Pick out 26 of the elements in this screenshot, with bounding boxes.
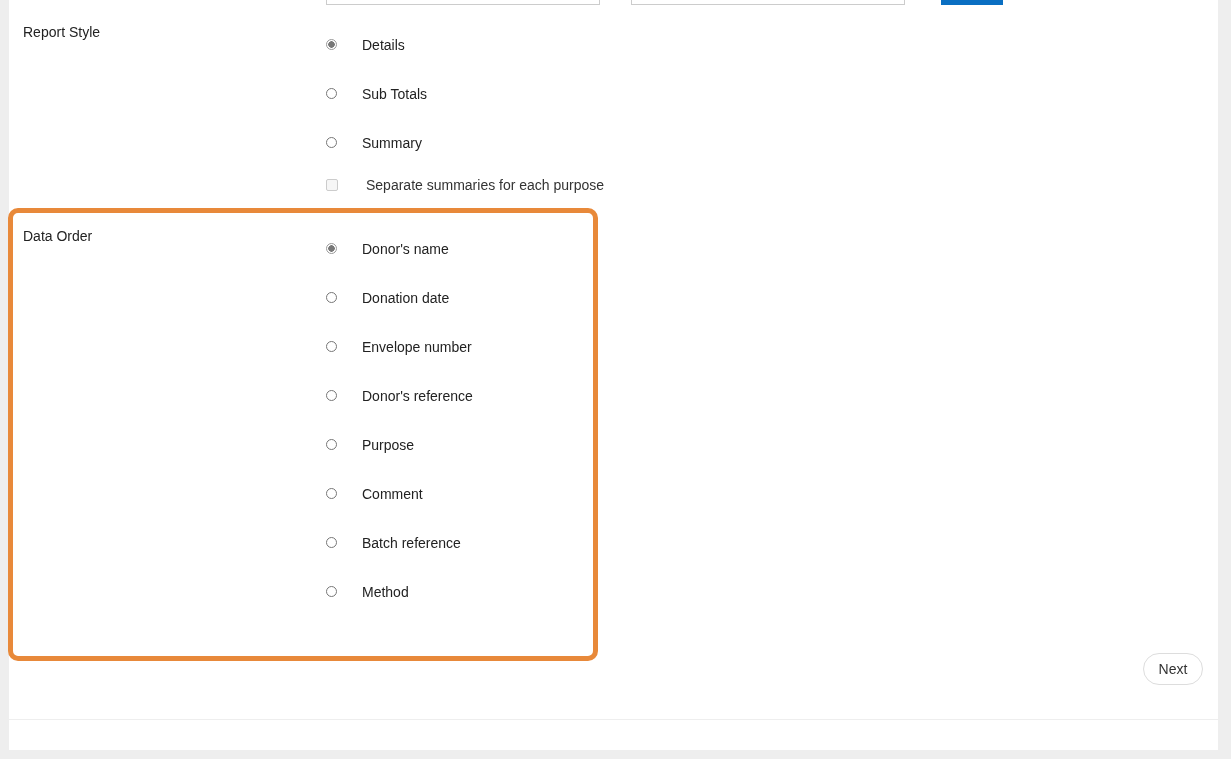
option-label: Donor's name [362,240,449,257]
option-label: Donation date [362,289,450,306]
radio-button[interactable] [326,243,337,254]
option-label: Details [362,36,405,53]
section-label: Data Order [23,227,94,246]
radio-button[interactable] [326,537,337,548]
option-label: Batch reference [362,534,461,551]
radio-button[interactable] [326,586,337,597]
radio-button[interactable] [326,488,337,499]
option-label: Envelope number [362,338,472,355]
radio-button[interactable] [326,88,337,99]
radio-button[interactable] [326,137,337,148]
option-label: Method [362,583,409,600]
option-label: Summary [362,134,422,151]
section-label: Report Style [23,23,102,42]
next-button[interactable]: Next [1143,653,1203,685]
radio-button[interactable] [326,439,337,450]
checkbox-label: Separate summaries for each purpose [366,176,605,193]
option-label: Donor's reference [362,387,473,404]
option-label: Purpose [362,436,415,453]
option-label: Sub Totals [362,85,428,102]
radio-button[interactable] [326,292,337,303]
radio-button[interactable] [326,390,337,401]
option-label: Comment [362,485,423,502]
radio-button[interactable] [326,341,337,352]
radio-button[interactable] [326,39,337,50]
